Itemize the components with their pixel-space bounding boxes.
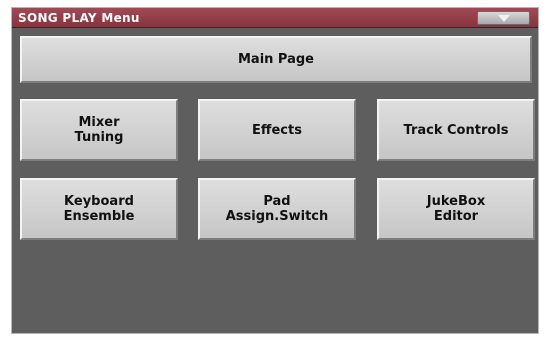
track-controls-button[interactable]: Track Controls <box>377 99 535 161</box>
page-menu-button[interactable] <box>477 11 530 25</box>
title-bar: SONG PLAY Menu <box>12 8 538 28</box>
keyboard-ensemble-button[interactable]: Keyboard Ensemble <box>20 178 178 240</box>
jukebox-editor-button[interactable]: JukeBox Editor <box>377 178 535 240</box>
main-page-button[interactable]: Main Page <box>20 36 532 83</box>
effects-button[interactable]: Effects <box>198 99 356 161</box>
chevron-down-icon <box>497 14 510 22</box>
mixer-tuning-button[interactable]: Mixer Tuning <box>20 99 178 161</box>
page-title: SONG PLAY Menu <box>18 11 140 25</box>
pad-assign-switch-button[interactable]: Pad Assign.Switch <box>198 178 356 240</box>
song-play-menu-screen: SONG PLAY Menu Main Page Mixer Tuning Ef… <box>11 7 539 334</box>
